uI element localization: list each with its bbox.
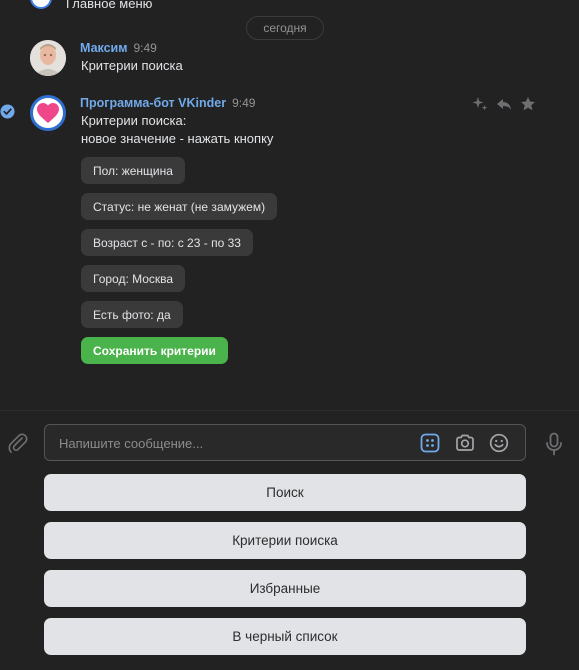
message-author[interactable]: Максим xyxy=(80,41,128,55)
save-criteria-button[interactable]: Сохранить критерии xyxy=(81,337,228,364)
keyboard-button-blacklist[interactable]: В черный список xyxy=(44,618,526,655)
message-text-line: Критерии поиска: xyxy=(81,113,187,128)
inline-button-gender[interactable]: Пол: женщина xyxy=(81,157,185,184)
inline-button-age[interactable]: Возраст с - по: с 23 - по 33 xyxy=(81,229,253,256)
reply-icon[interactable] xyxy=(496,96,512,112)
attach-icon[interactable] xyxy=(7,432,29,454)
message-input[interactable] xyxy=(57,425,411,462)
bot-avatar[interactable] xyxy=(30,95,66,131)
message-input-box[interactable] xyxy=(44,424,526,462)
sparkle-icon[interactable] xyxy=(472,96,488,112)
user-avatar-image xyxy=(30,40,66,76)
message-text-line: новое значение - нажать кнопку xyxy=(81,131,274,146)
user-avatar[interactable] xyxy=(30,40,66,76)
camera-icon[interactable] xyxy=(455,433,475,453)
heart-logo-icon xyxy=(37,103,59,123)
inline-button-photo[interactable]: Есть фото: да xyxy=(81,301,183,328)
message-text: Критерии поиска xyxy=(81,58,183,73)
message-author[interactable]: Программа-бот VKinder xyxy=(80,96,226,110)
keyboard-icon[interactable] xyxy=(420,433,440,453)
previous-message-text: Главное меню xyxy=(66,0,153,11)
star-icon[interactable] xyxy=(520,96,536,112)
keyboard-button-search[interactable]: Поиск xyxy=(44,474,526,511)
previous-message: Главное меню xyxy=(30,0,152,12)
message-time[interactable]: 9:49 xyxy=(134,41,157,55)
message-history[interactable]: Главное меню сегодня Максим 9:49 Критери… xyxy=(0,0,579,410)
inline-button-status[interactable]: Статус: не женат (не замужем) xyxy=(81,193,278,220)
keyboard-button-favorites[interactable]: Избранные xyxy=(44,570,526,607)
message-actions xyxy=(472,96,536,112)
read-check-icon xyxy=(0,104,15,119)
smile-icon[interactable] xyxy=(489,433,509,453)
keyboard-button-criteria[interactable]: Критерии поиска xyxy=(44,522,526,559)
bot-avatar-small[interactable] xyxy=(30,0,52,9)
inline-button-city[interactable]: Город: Москва xyxy=(81,265,186,292)
date-divider: сегодня xyxy=(246,16,324,40)
composer: Поиск Критерии поиска Избранные В черный… xyxy=(0,410,579,670)
microphone-icon[interactable] xyxy=(544,432,564,456)
message-time[interactable]: 9:49 xyxy=(232,96,255,110)
message-user: Максим 9:49 Критерии поиска xyxy=(30,40,550,80)
